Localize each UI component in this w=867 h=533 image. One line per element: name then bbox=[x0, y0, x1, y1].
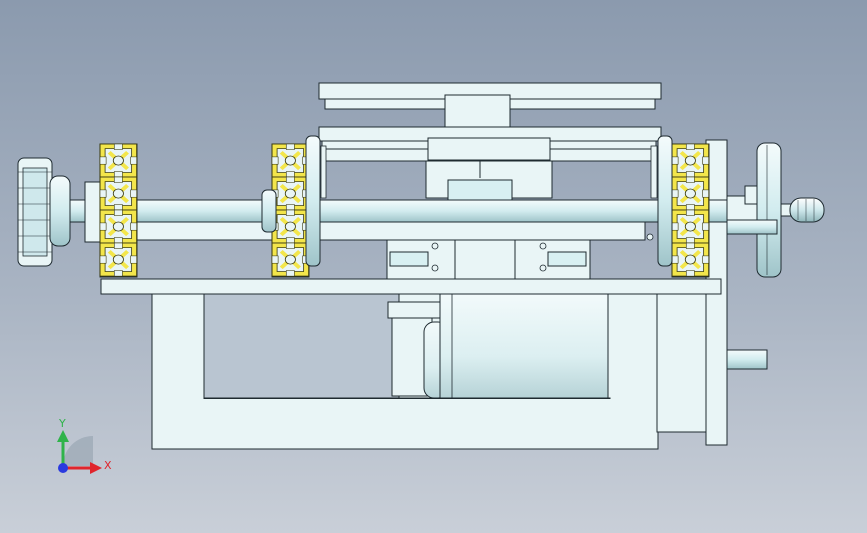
slide-table-upper[interactable] bbox=[318, 82, 662, 162]
left-sprocket-assembly[interactable] bbox=[17, 157, 104, 267]
hand-wheel-knob[interactable] bbox=[780, 197, 825, 223]
axis-triad: Y X bbox=[57, 417, 112, 474]
profile-column-right bbox=[672, 144, 709, 277]
cad-viewport[interactable]: Y X bbox=[0, 0, 867, 533]
deck-plate[interactable] bbox=[100, 278, 722, 295]
y-axis-label: Y bbox=[58, 417, 66, 430]
x-axis-arrowhead bbox=[90, 462, 102, 474]
z-axis-dot bbox=[58, 463, 68, 473]
profile-column-left bbox=[100, 144, 137, 277]
y-axis-arrowhead bbox=[57, 430, 69, 442]
hand-wheel[interactable] bbox=[726, 142, 782, 278]
x-axis-label: X bbox=[104, 459, 112, 472]
profile-column-center-left bbox=[272, 144, 309, 277]
motor[interactable] bbox=[387, 293, 609, 399]
assembly-drawing: Y X bbox=[17, 82, 825, 474]
